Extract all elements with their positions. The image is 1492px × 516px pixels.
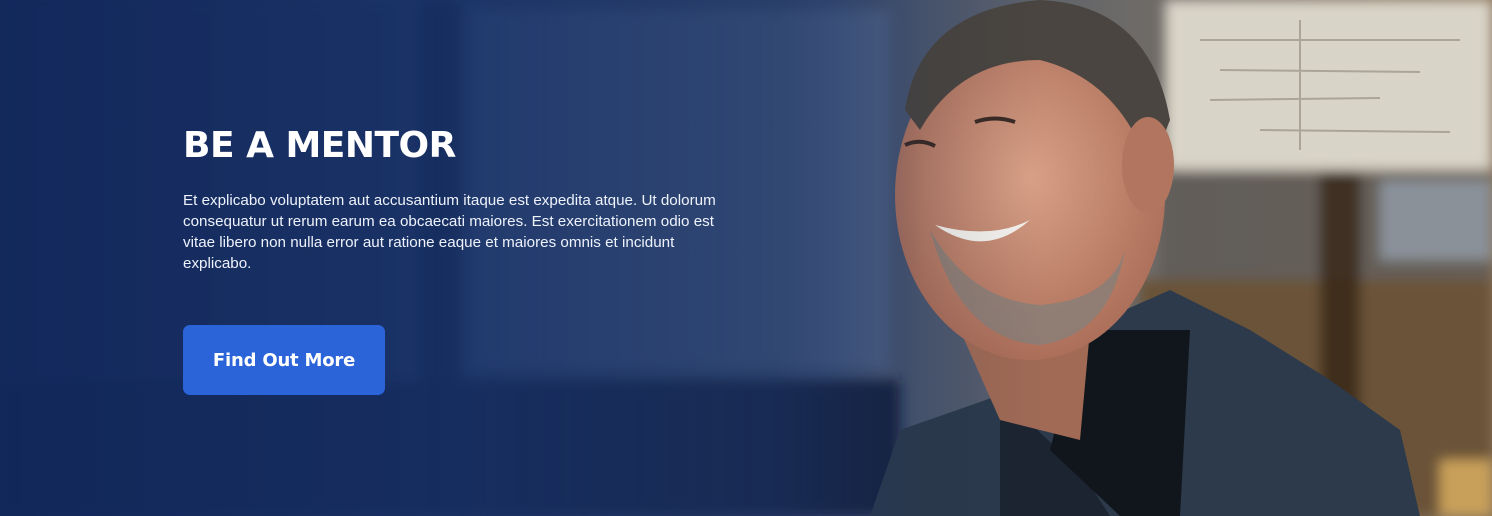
hero-banner: BE A MENTOR Et explicabo voluptatem aut …: [0, 0, 1492, 516]
hero-title: BE A MENTOR: [183, 125, 456, 166]
hero-description: Et explicabo voluptatem aut accusantium …: [183, 192, 716, 272]
find-out-more-button[interactable]: Find Out More: [183, 325, 385, 395]
hero-content: BE A MENTOR Et explicabo voluptatem aut …: [183, 120, 743, 395]
